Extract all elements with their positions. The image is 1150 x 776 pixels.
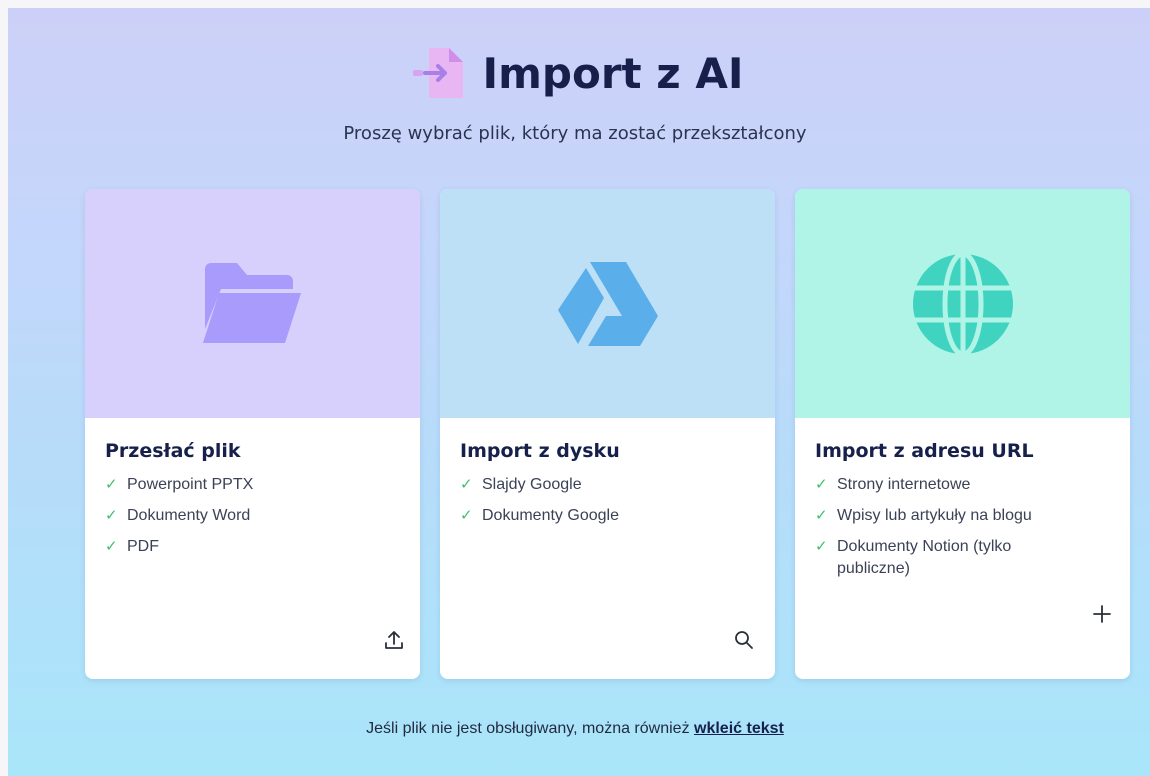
check-icon: ✓ [460,476,473,493]
feature-item: ✓ Slajdy Google [460,474,755,496]
check-icon: ✓ [815,538,828,555]
card-illustration [795,189,1130,418]
check-icon: ✓ [815,476,828,493]
card-title: Import z dysku [460,440,620,462]
upload-icon[interactable] [383,629,405,651]
feature-item: ✓ Strony internetowe [815,474,1110,496]
upload-file-card[interactable]: Przesłać plik ✓ Powerpoint PPTX ✓ Dokument… [85,189,420,679]
plus-icon[interactable] [1091,603,1113,625]
card-illustration [85,189,420,418]
window-left-edge [0,0,8,776]
check-icon: ✓ [460,507,473,524]
globe-icon [912,251,1013,356]
search-icon[interactable] [733,629,755,651]
feature-item: ✓ Dokumenty Word [105,505,400,527]
folder-icon [202,262,301,343]
check-icon: ✓ [105,507,118,524]
footer-text: Jeśli plik nie jest obsługiwany, można r… [366,720,690,737]
page-title: Import z AI [482,48,744,98]
window-top-edge [0,0,1150,8]
file-import-icon [412,48,463,98]
check-icon: ✓ [105,476,118,493]
check-icon: ✓ [815,507,828,524]
paste-text-link[interactable]: wkleić tekst [694,720,784,737]
card-title: Przesłać plik [105,440,241,462]
card-title: Import z adresu URL [815,440,1034,462]
feature-item: ✓ Dokumenty Google [460,505,755,527]
import-url-card[interactable]: Import z adresu URL ✓ Strony internetowe … [795,189,1130,679]
check-icon: ✓ [105,538,118,555]
footer-note: Jeśli plik nie jest obsługiwany, można r… [0,720,1150,738]
page-header: Import z AI [0,42,1150,104]
feature-item: ✓ Dokumenty Notion (tylko publiczne) [815,538,1012,577]
google-drive-icon [557,261,658,346]
import-drive-card[interactable]: Import z dysku ✓ Slajdy Google ✓ Dokumenty… [440,189,775,679]
feature-item: ✓ PDF [105,536,400,558]
page-subtitle: Proszę wybrać plik, który ma zostać prze… [343,123,807,144]
feature-item: ✓ Wpisy lub artykuły na blogu [815,505,1110,527]
feature-item: ✓ Powerpoint PPTX [105,474,400,496]
card-illustration [440,189,775,418]
